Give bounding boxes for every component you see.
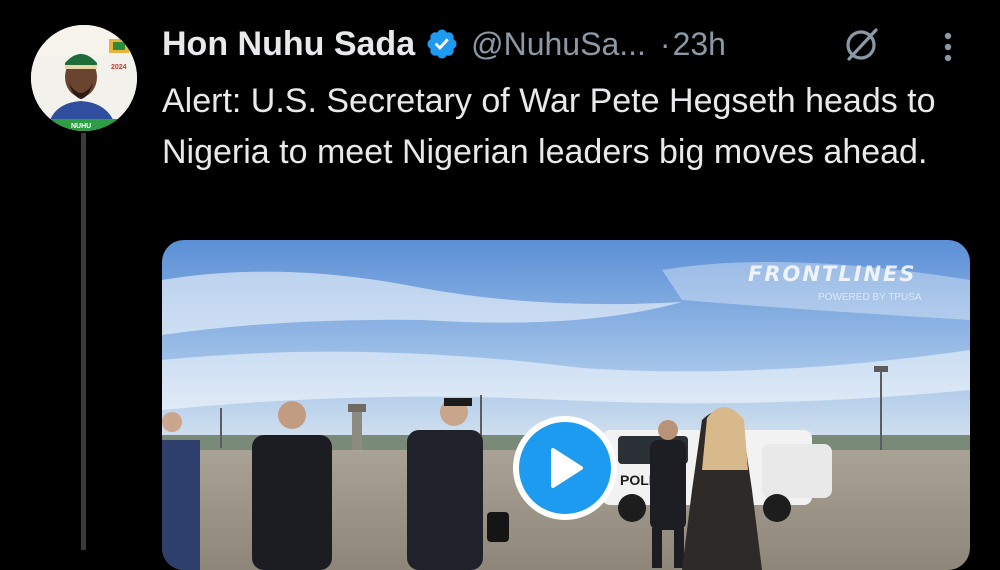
tweet-video[interactable]: POLI (162, 240, 970, 570)
avatar-shirt-text: NUHU (71, 123, 91, 130)
grok-icon[interactable] (842, 24, 882, 64)
avatar[interactable]: 2024 NUHU (31, 25, 137, 131)
tweet-header: Hon Nuhu Sada @NuhuSa... · 23h (162, 18, 726, 70)
tweet[interactable]: 2024 NUHU Hon Nuhu Sada @NuhuSa... · 23h (0, 0, 1000, 570)
display-name[interactable]: Hon Nuhu Sada (162, 25, 415, 64)
play-button[interactable] (513, 416, 617, 520)
more-vertical-icon[interactable] (938, 28, 958, 68)
timestamp[interactable]: 23h (673, 26, 726, 63)
vehicle-text: POLI (620, 472, 653, 488)
video-watermark-sub: POWERED BY TPUSA (818, 292, 922, 303)
verified-badge-icon[interactable] (425, 27, 459, 61)
handle[interactable]: @NuhuSa... (471, 26, 646, 63)
video-watermark: FRONTLINES (748, 262, 917, 286)
avatar-badge-year: 2024 (111, 64, 127, 71)
tweet-text: Alert: U.S. Secretary of War Pete Hegset… (162, 82, 936, 171)
play-icon (551, 448, 583, 488)
separator-dot: · (659, 25, 671, 62)
thread-line (81, 133, 86, 550)
